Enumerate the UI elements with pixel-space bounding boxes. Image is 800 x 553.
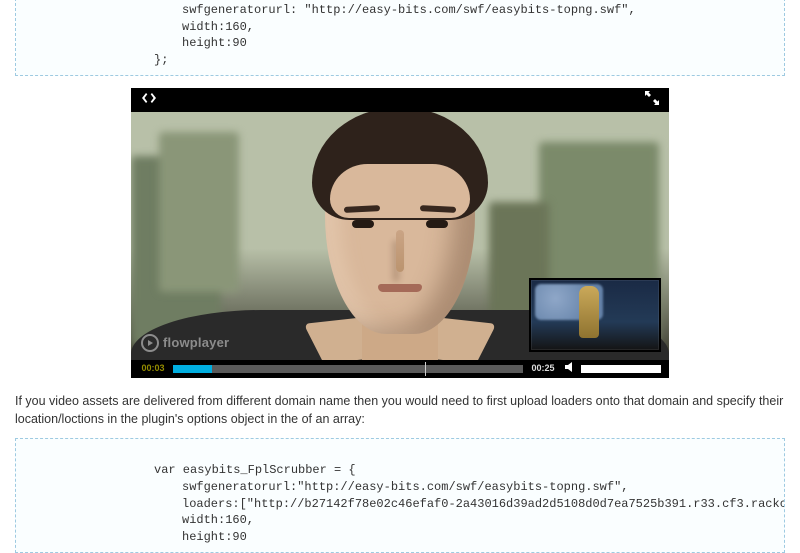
player-top-bar [131, 88, 669, 112]
time-current: 00:03 [135, 364, 171, 373]
code-line: height:90 [126, 36, 247, 50]
seek-played [173, 365, 212, 373]
volume-icon[interactable] [561, 361, 581, 376]
flowplayer-watermark: flowplayer [141, 334, 229, 352]
video-viewport[interactable]: flowplayer [131, 112, 669, 360]
code-line: var easybits_FplScrubber = { [126, 463, 356, 477]
seek-buffered [173, 365, 523, 373]
code-line: width:160, [126, 20, 254, 34]
time-total: 00:25 [525, 364, 561, 373]
thumbnail-preview [529, 278, 661, 352]
code-block-top: swfgeneratorurl: "http://easy-bits.com/s… [15, 0, 785, 76]
video-player: flowplayer 00:03 00:25 [131, 88, 669, 378]
code-line: swfgeneratorurl: "http://easy-bits.com/s… [126, 3, 636, 17]
player-controls: 00:03 00:25 [131, 360, 669, 378]
watermark-text: flowplayer [163, 335, 229, 350]
code-block-bottom: var easybits_FplScrubber = { swfgenerato… [15, 438, 785, 553]
paragraph-text: If you video assets are delivered from d… [15, 392, 785, 428]
seek-bar[interactable] [173, 365, 523, 373]
code-line: width:160, [126, 513, 254, 527]
code-line: swfgeneratorurl:"http://easy-bits.com/sw… [126, 480, 628, 494]
fullscreen-icon[interactable] [645, 91, 659, 108]
code-line: loaders:["http://b27142f78e02c46efaf0-2a… [126, 497, 785, 511]
code-line: height:90 [126, 530, 247, 544]
seek-divider [425, 362, 426, 376]
volume-bar[interactable] [581, 365, 661, 373]
code-line: }; [126, 53, 168, 67]
embed-icon[interactable] [141, 92, 157, 107]
